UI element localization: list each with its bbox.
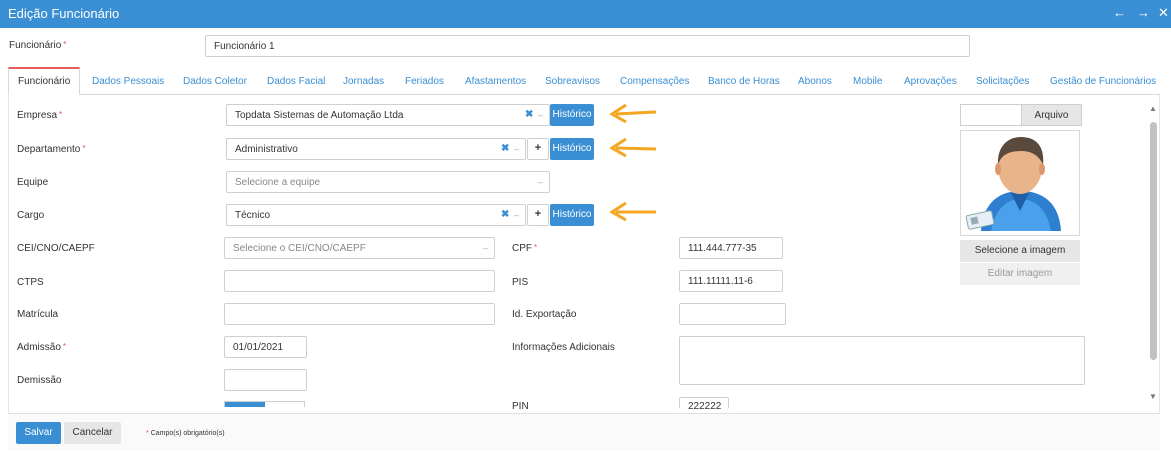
- add-cargo-button[interactable]: +: [527, 204, 549, 226]
- clear-icon[interactable]: ✖: [501, 209, 509, 220]
- employee-label: Funcionário *: [9, 40, 67, 51]
- cpf-label: CPF *: [512, 243, 538, 254]
- info-adicionais-label: Informações Adicionais: [512, 342, 615, 353]
- cei-select[interactable]: Selecione o CEI/CNO/CAEPF: [224, 237, 495, 259]
- scrollbar-thumb[interactable]: [1150, 122, 1157, 360]
- tab-sobreavisos[interactable]: Sobreavisos: [545, 67, 600, 95]
- dropdown-icon[interactable]: –: [538, 177, 543, 187]
- equipe-label: Equipe: [17, 177, 49, 188]
- cei-label: CEI/CNO/CAEPF: [17, 243, 95, 254]
- select-image-button[interactable]: Selecione a imagem: [960, 240, 1080, 262]
- pis-label: PIS: [512, 277, 529, 288]
- info-adicionais-textarea[interactable]: [679, 336, 1085, 385]
- scroll-down-icon[interactable]: ▼: [1149, 392, 1157, 401]
- departamento-select[interactable]: Administrativo: [226, 138, 526, 160]
- empresa-history-button[interactable]: Histórico: [550, 104, 594, 126]
- departamento-label: Departamento *: [17, 144, 86, 155]
- departamento-history-button[interactable]: Histórico: [550, 138, 594, 160]
- scrollbar[interactable]: ▲ ▼: [1147, 104, 1159, 406]
- matricula-label: Matrícula: [17, 309, 59, 320]
- toggle-switch-on: [225, 402, 265, 407]
- annotation-arrow-icon: [609, 137, 657, 158]
- tab-dados-coletor[interactable]: Dados Coletor: [183, 67, 247, 95]
- cpf-input[interactable]: 111.444.777-35: [679, 237, 783, 259]
- tab-bar: Funcionário Dados Pessoais Dados Coletor…: [8, 67, 1160, 95]
- tab-dados-facial[interactable]: Dados Facial: [267, 67, 325, 95]
- tab-jornadas[interactable]: Jornadas: [343, 67, 384, 95]
- toggle-switch[interactable]: [224, 401, 305, 407]
- tab-dados-pessoais[interactable]: Dados Pessoais: [92, 67, 164, 95]
- tab-feriados[interactable]: Feriados: [405, 67, 444, 95]
- cargo-history-button[interactable]: Histórico: [550, 204, 594, 226]
- tab-mobile[interactable]: Mobile: [853, 67, 882, 95]
- empresa-select[interactable]: Topdata Sistemas de Automação Ltda: [226, 104, 550, 126]
- demissao-input[interactable]: [224, 369, 307, 391]
- pis-input[interactable]: 111.11111.11-6: [679, 270, 783, 292]
- pin-label: PIN: [512, 401, 529, 409]
- close-icon[interactable]: ✕: [1158, 5, 1169, 21]
- id-exportacao-input[interactable]: [679, 303, 786, 325]
- window-titlebar: Edição Funcionário ← → ✕: [0, 0, 1171, 28]
- id-exportacao-label: Id. Exportação: [512, 309, 577, 320]
- save-button[interactable]: Salvar: [16, 422, 61, 444]
- tab-aprovacoes[interactable]: Aprovações: [904, 67, 957, 95]
- dropdown-icon[interactable]: –: [538, 110, 543, 120]
- edit-image-button[interactable]: Editar imagem: [960, 263, 1080, 285]
- required-note: * Campo(s) obrigatório(s): [146, 430, 225, 437]
- tab-funcionario[interactable]: Funcionário: [8, 67, 81, 95]
- cargo-select[interactable]: Técnico: [226, 204, 526, 226]
- tab-compensacoes[interactable]: Compensações: [620, 67, 689, 95]
- tab-banco-de-horas[interactable]: Banco de Horas: [708, 67, 780, 95]
- clear-icon[interactable]: ✖: [501, 143, 509, 154]
- dropdown-icon[interactable]: –: [514, 210, 519, 220]
- annotation-arrow-icon: [609, 201, 656, 222]
- annotation-arrow-icon: [609, 103, 657, 124]
- footer-bar: Salvar Cancelar * Campo(s) obrigatório(s…: [8, 413, 1160, 451]
- cancel-button[interactable]: Cancelar: [64, 422, 121, 444]
- clear-icon[interactable]: ✖: [525, 109, 533, 120]
- photo-frame: [960, 130, 1080, 236]
- dropdown-icon[interactable]: –: [483, 243, 488, 253]
- dropdown-icon[interactable]: –: [514, 144, 519, 154]
- window-title: Edição Funcionário: [8, 6, 120, 21]
- file-browse-button[interactable]: Arquivo: [1021, 104, 1082, 126]
- pin-input[interactable]: 222222: [679, 397, 729, 409]
- matricula-input[interactable]: [224, 303, 495, 325]
- demissao-label: Demissão: [17, 375, 62, 386]
- arrow-right-icon[interactable]: →: [1137, 5, 1150, 20]
- tab-abonos[interactable]: Abonos: [798, 67, 832, 95]
- employee-name-input[interactable]: Funcionário 1: [205, 35, 970, 57]
- file-input[interactable]: Arquivo: [960, 104, 1082, 126]
- tab-gestao-de-funcionarios[interactable]: Gestão de Funcionários: [1050, 67, 1156, 95]
- tab-solicitacoes[interactable]: Solicitações: [976, 67, 1029, 95]
- empresa-label: Empresa *: [17, 110, 63, 121]
- tab-afastamentos[interactable]: Afastamentos: [465, 67, 526, 95]
- add-departamento-button[interactable]: +: [527, 138, 549, 160]
- cargo-label: Cargo: [17, 210, 45, 221]
- ctps-label: CTPS: [17, 277, 44, 288]
- arrow-left-icon[interactable]: ←: [1113, 5, 1126, 20]
- admissao-label: Admissão *: [17, 342, 67, 353]
- admissao-input[interactable]: 01/01/2021: [224, 336, 307, 358]
- equipe-select[interactable]: Selecione a equipe: [226, 171, 550, 193]
- ctps-input[interactable]: [224, 270, 495, 292]
- scroll-up-icon[interactable]: ▲: [1149, 104, 1157, 113]
- user-avatar-icon: [965, 137, 1061, 231]
